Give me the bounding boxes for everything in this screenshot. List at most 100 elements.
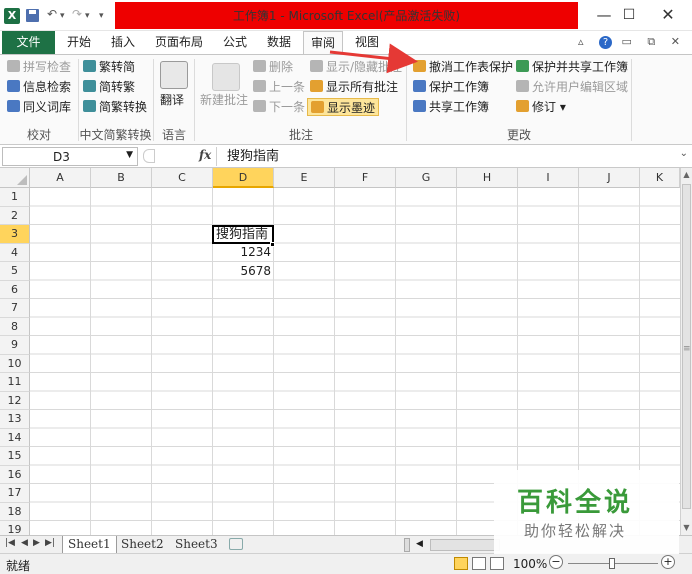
- protect-workbook-button[interactable]: 保护工作簿: [413, 78, 489, 96]
- row-header[interactable]: 13: [0, 410, 30, 429]
- tab-split-handle[interactable]: [404, 538, 410, 552]
- undo-dropdown-icon[interactable]: ▾: [60, 11, 65, 21]
- zoom-slider-handle[interactable]: [609, 558, 615, 569]
- row-header[interactable]: 4: [0, 243, 30, 262]
- name-box[interactable]: D3 ▼: [2, 147, 138, 166]
- row-header[interactable]: 7: [0, 299, 30, 318]
- tab-view[interactable]: 视图: [350, 31, 384, 54]
- insert-function-icon[interactable]: fx: [199, 148, 211, 162]
- cell-d5[interactable]: 5678: [212, 262, 273, 281]
- tab-review[interactable]: 审阅: [303, 31, 343, 55]
- column-header-f[interactable]: F: [335, 168, 396, 188]
- row-header[interactable]: 18: [0, 502, 30, 521]
- insert-sheet-icon[interactable]: [229, 538, 243, 550]
- tab-insert[interactable]: 插入: [106, 31, 140, 54]
- row-header[interactable]: 9: [0, 336, 30, 355]
- show-hide-comment-button[interactable]: 显示/隐藏批注: [310, 58, 402, 76]
- column-header-c[interactable]: C: [152, 168, 213, 188]
- vertical-scrollbar[interactable]: ▲ ≡ ▼: [680, 168, 692, 535]
- zoom-in-button[interactable]: +: [661, 555, 675, 569]
- first-sheet-icon[interactable]: |◀: [5, 538, 15, 548]
- page-layout-view-button[interactable]: [472, 557, 486, 570]
- translate-button[interactable]: 翻译: [160, 91, 184, 109]
- row-header[interactable]: 6: [0, 280, 30, 299]
- normal-view-button[interactable]: [454, 557, 468, 570]
- fill-handle[interactable]: [270, 242, 275, 247]
- scroll-up-icon[interactable]: ▲: [681, 168, 692, 182]
- column-header-k[interactable]: K: [640, 168, 680, 188]
- previous-comment-button[interactable]: 上一条: [253, 78, 305, 96]
- excel-logo-icon[interactable]: X: [4, 8, 20, 24]
- tab-home[interactable]: 开始: [62, 31, 96, 54]
- protect-share-button[interactable]: 保护并共享工作簿: [516, 58, 628, 76]
- new-comment-button[interactable]: 新建批注: [200, 91, 248, 109]
- column-header-g[interactable]: G: [396, 168, 457, 188]
- share-workbook-button[interactable]: 共享工作簿: [413, 98, 489, 116]
- column-header-h[interactable]: H: [457, 168, 518, 188]
- row-header[interactable]: 17: [0, 484, 30, 503]
- prev-sheet-icon[interactable]: ◀: [21, 538, 28, 548]
- column-header-e[interactable]: E: [274, 168, 335, 188]
- help-icon[interactable]: ?: [599, 36, 613, 49]
- column-header-b[interactable]: B: [91, 168, 152, 188]
- row-header[interactable]: 14: [0, 428, 30, 447]
- thesaurus-button[interactable]: 同义词库: [7, 98, 71, 116]
- zoom-level[interactable]: 100%: [513, 557, 547, 571]
- row-header[interactable]: 3: [0, 225, 30, 244]
- column-header-j[interactable]: J: [579, 168, 640, 188]
- scroll-left-icon[interactable]: ◀: [416, 539, 423, 549]
- column-header-d[interactable]: D: [213, 168, 274, 188]
- close-button[interactable]: ✕: [648, 4, 688, 26]
- tab-data[interactable]: 数据: [262, 31, 296, 54]
- sheet-tab-sheet1[interactable]: Sheet1: [62, 536, 117, 554]
- new-comment-icon[interactable]: [212, 63, 240, 91]
- research-button[interactable]: 信息检索: [7, 78, 71, 96]
- row-header[interactable]: 11: [0, 373, 30, 392]
- sheet-tab-sheet2[interactable]: Sheet2: [116, 536, 169, 554]
- last-sheet-icon[interactable]: ▶|: [45, 538, 55, 548]
- redo-dropdown-icon[interactable]: ▾: [85, 11, 90, 21]
- to-simplified-button[interactable]: 繁转简: [83, 58, 135, 76]
- row-header[interactable]: 15: [0, 447, 30, 466]
- row-header[interactable]: 1: [0, 188, 30, 207]
- translate-icon[interactable]: [160, 61, 188, 89]
- page-break-view-button[interactable]: [490, 557, 504, 570]
- maximize-button[interactable]: ☐: [609, 4, 649, 26]
- save-icon[interactable]: [26, 9, 39, 22]
- column-header-a[interactable]: A: [30, 168, 91, 188]
- tab-page-layout[interactable]: 页面布局: [152, 31, 206, 54]
- select-all-button[interactable]: [0, 168, 30, 188]
- scroll-down-icon[interactable]: ▼: [681, 521, 692, 535]
- spellcheck-button[interactable]: 拼写检查: [7, 58, 71, 76]
- chevron-down-icon[interactable]: ▼: [126, 150, 133, 160]
- expand-formula-bar-icon[interactable]: ⌄: [680, 148, 688, 159]
- row-header[interactable]: 2: [0, 206, 30, 225]
- next-comment-button[interactable]: 下一条: [253, 98, 305, 116]
- next-sheet-icon[interactable]: ▶: [33, 538, 40, 548]
- delete-comment-button[interactable]: 删除: [253, 58, 293, 76]
- cell-d4[interactable]: 1234: [212, 243, 273, 262]
- track-changes-button[interactable]: 修订 ▾: [516, 98, 566, 116]
- show-all-comments-button[interactable]: 显示所有批注: [310, 78, 398, 96]
- undo-icon[interactable]: ↶: [47, 7, 57, 21]
- sheet-tab-sheet3[interactable]: Sheet3: [170, 536, 223, 554]
- row-header[interactable]: 10: [0, 354, 30, 373]
- unprotect-sheet-button[interactable]: 撤消工作表保护: [413, 58, 513, 76]
- redo-icon[interactable]: ↷: [72, 7, 82, 21]
- tab-formulas[interactable]: 公式: [218, 31, 252, 54]
- formula-input[interactable]: 搜狗指南: [216, 147, 678, 166]
- column-header-i[interactable]: I: [518, 168, 579, 188]
- allow-edit-ranges-button[interactable]: 允许用户编辑区域: [516, 78, 628, 96]
- cell-d3[interactable]: 搜狗指南: [212, 225, 274, 244]
- customize-toolbar-icon[interactable]: ▾: [99, 11, 104, 21]
- row-header[interactable]: 16: [0, 465, 30, 484]
- row-header[interactable]: 19: [0, 521, 30, 535]
- chinese-convert-button[interactable]: 简繁转换: [83, 98, 147, 116]
- tab-file[interactable]: 文件: [2, 31, 55, 54]
- horizontal-scroll-thumb[interactable]: [430, 539, 500, 551]
- row-header[interactable]: 5: [0, 262, 30, 281]
- row-header[interactable]: 12: [0, 391, 30, 410]
- ribbon-window-controls[interactable]: ▵ ? ▭ ⧉ ✕: [578, 35, 686, 49]
- show-ink-button[interactable]: 显示墨迹: [307, 98, 380, 116]
- row-header[interactable]: 8: [0, 317, 30, 336]
